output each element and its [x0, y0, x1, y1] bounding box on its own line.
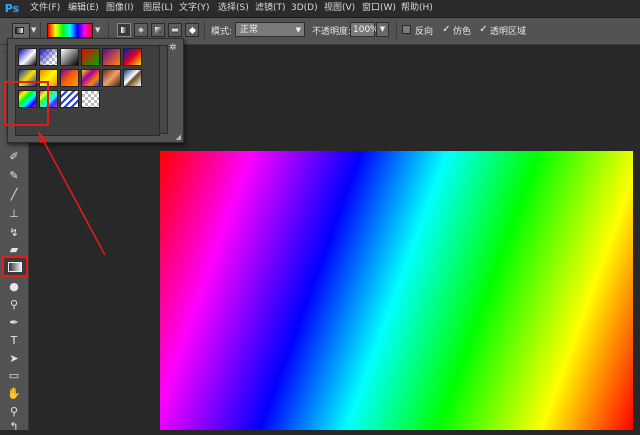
rectangle-icon[interactable]: ▭	[4, 367, 24, 384]
gradient-icon	[8, 262, 22, 272]
separator	[40, 22, 41, 39]
chevron-down-icon[interactable]: ▼	[31, 26, 36, 34]
separator	[204, 22, 205, 39]
gear-icon[interactable]: ✲	[169, 43, 177, 53]
menu-view[interactable]: 视图(V)	[324, 0, 355, 17]
menu-bar: Ps 文件(F) 编辑(E) 图像(I) 图层(L) 文字(Y) 选择(S) 滤…	[0, 0, 640, 18]
blur-icon[interactable]: ●	[4, 278, 24, 295]
menu-type[interactable]: 文字(Y)	[179, 0, 210, 17]
dodge-icon[interactable]: ⚲	[4, 296, 24, 313]
diamond-gradient-button[interactable]	[185, 23, 199, 37]
transparency-label: 透明区域	[490, 27, 527, 37]
mode-label: 模式:	[211, 27, 233, 37]
menu-3d[interactable]: 3D(D)	[291, 0, 318, 17]
radial-gradient-button[interactable]	[134, 23, 148, 37]
transparency-checkbox[interactable]: ✓	[479, 25, 488, 35]
gradient-swatch[interactable]	[60, 69, 79, 87]
opacity-input[interactable]: 100%	[350, 22, 379, 37]
pen-icon[interactable]: ✒	[4, 314, 24, 331]
dither-label: 仿色	[453, 27, 472, 37]
gradient-picker-panel: ✲ ◢	[4, 38, 184, 143]
resize-grip-icon[interactable]: ◢	[176, 133, 181, 141]
gradient-picker-toggle[interactable]: ▼	[95, 26, 100, 34]
photoshop-logo: Ps	[4, 2, 20, 15]
path-selection-icon[interactable]: ➤	[4, 350, 24, 367]
menu-layer[interactable]: 图层(L)	[143, 0, 173, 17]
menu-image[interactable]: 图像(I)	[106, 0, 134, 17]
gradient-swatch[interactable]	[123, 48, 142, 66]
menu-filter[interactable]: 滤镜(T)	[255, 0, 286, 17]
stamp-icon[interactable]: ⊥	[4, 205, 24, 222]
reflected-gradient-button[interactable]	[168, 23, 182, 37]
opacity-dropdown[interactable]: ▼	[376, 22, 389, 37]
menu-window[interactable]: 窗口(W)	[362, 0, 396, 17]
gradient-editor-swatch[interactable]	[47, 23, 93, 38]
gradient-tool-button[interactable]	[2, 256, 28, 277]
menu-select[interactable]: 选择(S)	[218, 0, 249, 17]
tool-preset-picker[interactable]	[12, 23, 30, 39]
dither-checkbox[interactable]: ✓	[442, 25, 451, 35]
gradient-swatch[interactable]	[123, 69, 142, 87]
opacity-value: 100%	[353, 25, 379, 35]
eyedropper-icon[interactable]: ✐	[4, 148, 24, 165]
gradient-swatch[interactable]	[60, 90, 79, 108]
reverse-checkbox[interactable]	[402, 25, 411, 34]
gradient-swatch[interactable]	[81, 90, 100, 108]
angle-gradient-button[interactable]	[151, 23, 165, 37]
reverse-label: 反向	[415, 27, 434, 37]
healing-brush-icon[interactable]: ✎	[4, 167, 24, 184]
type-icon[interactable]: T	[4, 332, 24, 349]
menu-help[interactable]: 帮助(H)	[401, 0, 433, 17]
gradient-swatch[interactable]	[81, 69, 100, 87]
brush-icon[interactable]: ╱	[4, 186, 24, 203]
mode-select[interactable]: 正常 ▼	[235, 22, 305, 37]
gradient-swatch[interactable]	[102, 48, 121, 66]
history-brush-icon[interactable]: ↯	[4, 224, 24, 241]
swap-colors-icon[interactable]: ↰	[4, 418, 24, 435]
selected-swatch-highlight	[4, 81, 49, 126]
gradient-swatch[interactable]	[81, 48, 100, 66]
spectrum-gradient-canvas[interactable]	[160, 151, 633, 430]
scrollbar[interactable]	[159, 45, 168, 134]
gradient-swatch[interactable]	[102, 69, 121, 87]
gradient-swatch[interactable]	[60, 48, 79, 66]
chevron-down-icon: ▼	[295, 26, 301, 34]
gradient-swatch[interactable]	[18, 48, 37, 66]
hand-icon[interactable]: ✋	[4, 385, 24, 402]
mode-value: 正常	[240, 25, 259, 35]
menu-edit[interactable]: 编辑(E)	[68, 0, 99, 17]
separator	[108, 22, 109, 39]
opacity-label: 不透明度:	[312, 27, 352, 37]
gradient-swatch[interactable]	[39, 48, 58, 66]
linear-gradient-button[interactable]	[117, 23, 131, 37]
separator	[396, 22, 397, 39]
menu-file[interactable]: 文件(F)	[30, 0, 60, 17]
gradient-tool-icon	[15, 27, 24, 34]
